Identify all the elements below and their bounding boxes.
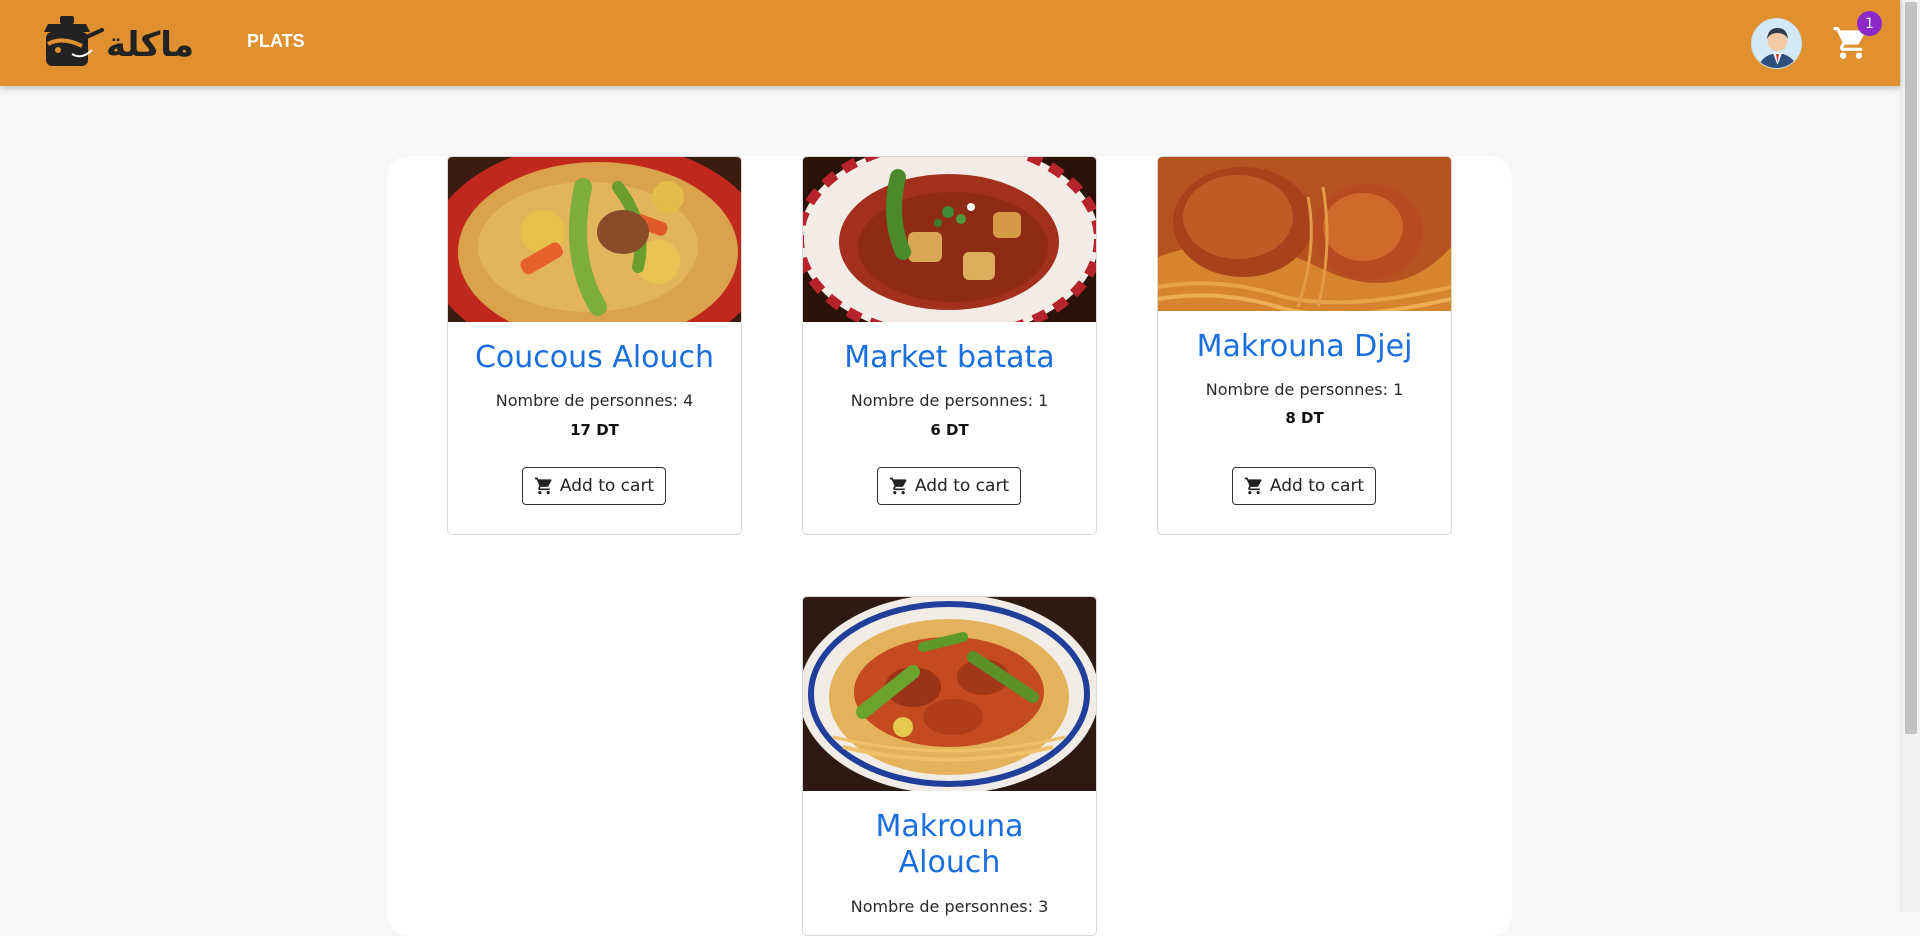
chef-pot-logo-icon: ماكلة	[44, 16, 194, 66]
add-to-cart-button[interactable]: Add to cart	[1232, 467, 1376, 505]
dish-image	[803, 597, 1096, 791]
dish-card: Makrouna Alouch Nombre de personnes: 3	[802, 596, 1097, 936]
add-to-cart-label: Add to cart	[559, 476, 655, 496]
add-to-cart-label: Add to cart	[914, 476, 1010, 496]
cart-icon	[889, 477, 907, 495]
dish-price: 8 DT	[1285, 409, 1324, 427]
dish-price: 17 DT	[570, 421, 619, 439]
add-to-cart-button[interactable]: Add to cart	[877, 467, 1021, 505]
dish-card: Makrouna Djej Nombre de personnes: 1 8 D…	[1157, 156, 1452, 535]
nav-link-plats[interactable]: PLATS	[247, 31, 305, 52]
dish-name[interactable]: Market batata	[803, 340, 1096, 376]
svg-text:ماكلة: ماكلة	[106, 25, 194, 65]
dish-price: 6 DT	[930, 421, 969, 439]
dish-name[interactable]: Makrouna Djej	[1158, 329, 1451, 365]
dish-image	[803, 157, 1096, 322]
scrollbar-thumb[interactable]	[1905, 2, 1917, 734]
cart-count-badge: 1	[1857, 11, 1882, 36]
dish-persons: Nombre de personnes: 1	[850, 391, 1049, 410]
user-avatar-icon	[1752, 19, 1801, 68]
dish-persons: Nombre de personnes: 4	[495, 391, 694, 410]
dish-image	[448, 157, 741, 322]
cart-icon	[1244, 477, 1262, 495]
dish-card: Coucous Alouch Nombre de personnes: 4 17…	[447, 156, 742, 535]
dish-image	[1158, 157, 1451, 311]
add-to-cart-label: Add to cart	[1269, 476, 1365, 496]
user-avatar[interactable]	[1751, 18, 1802, 69]
add-to-cart-button[interactable]: Add to cart	[522, 467, 666, 505]
brand-logo[interactable]: ماكلة	[42, 10, 210, 74]
top-navbar: ماكلة PLATS 1	[0, 0, 1900, 86]
dish-name[interactable]: Makrouna Alouch	[803, 809, 1096, 881]
dish-persons: Nombre de personnes: 3	[850, 897, 1049, 916]
dish-persons: Nombre de personnes: 1	[1205, 380, 1404, 399]
dish-name[interactable]: Coucous Alouch	[448, 340, 741, 376]
cart-icon	[534, 477, 552, 495]
dish-card: Market batata Nombre de personnes: 1 6 D…	[802, 156, 1097, 535]
vertical-scrollbar[interactable]	[1900, 0, 1920, 912]
